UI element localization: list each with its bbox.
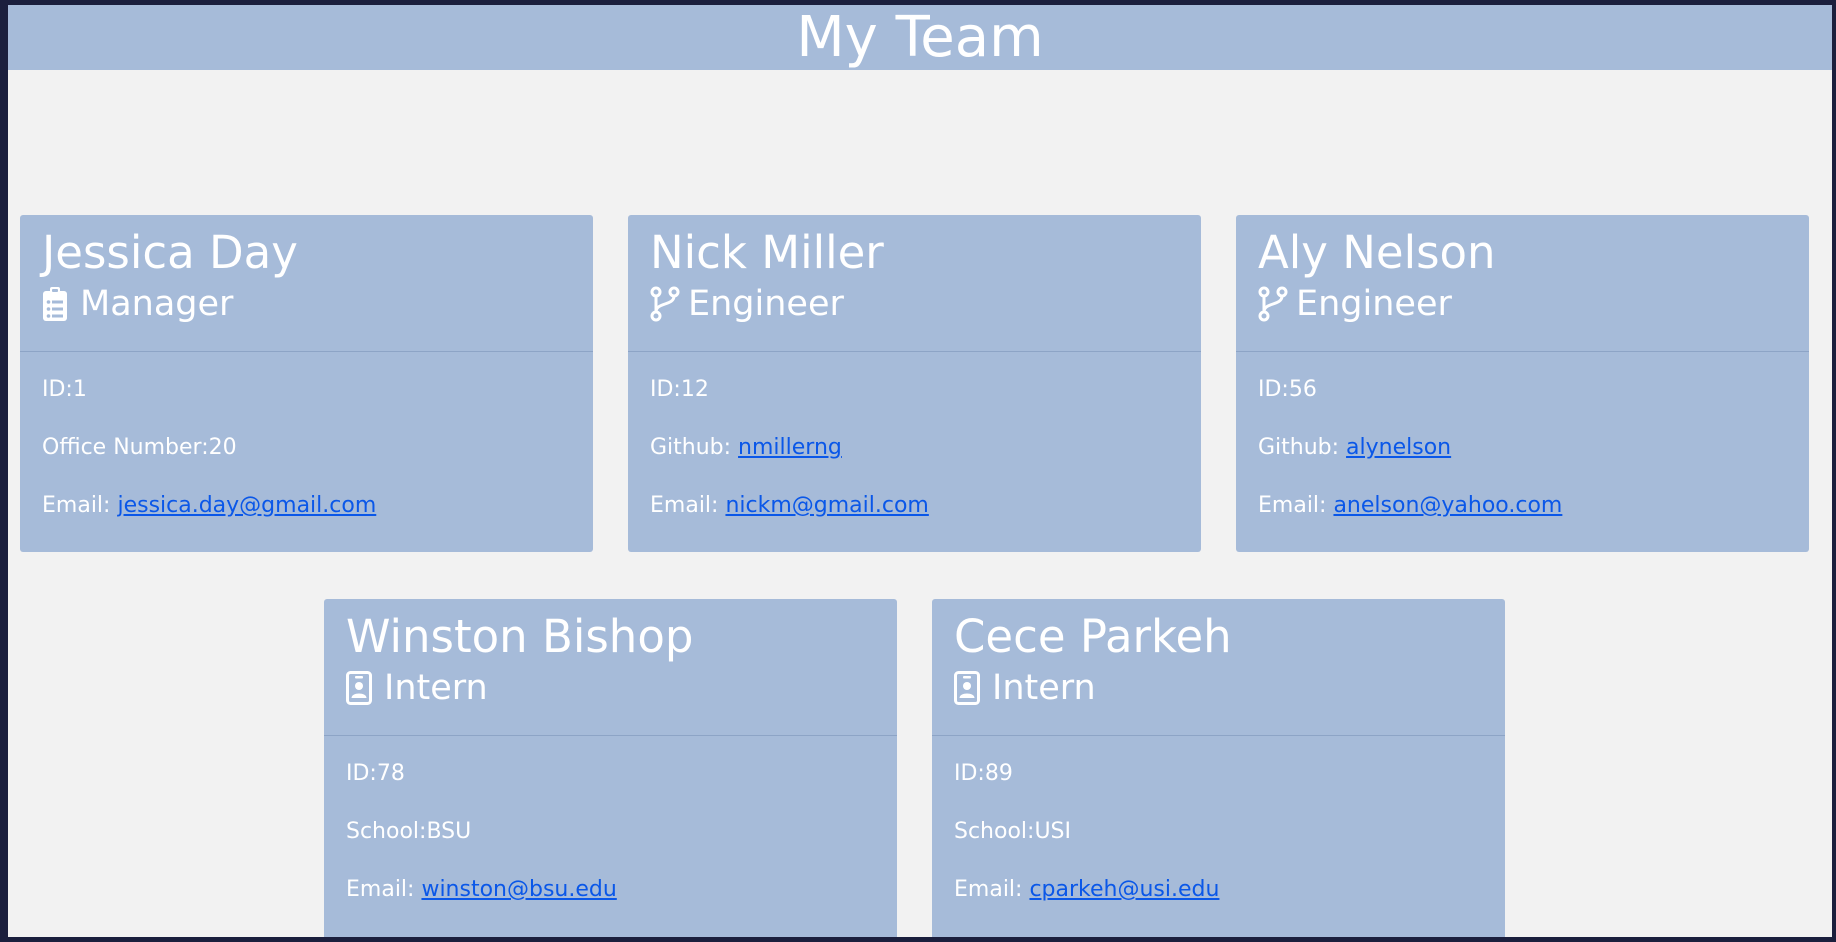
- id-label: ID:: [650, 377, 681, 402]
- card-header: Nick Miller Engineer: [628, 215, 1201, 352]
- employee-card-nick-miller: Nick Miller Engineer ID:12 Github: nmill…: [628, 215, 1201, 552]
- email-link[interactable]: jessica.day@gmail.com: [117, 493, 376, 518]
- github-line: Github: nmillerng: [650, 430, 1201, 488]
- code-branch-icon: [1258, 286, 1288, 322]
- employee-card-aly-nelson: Aly Nelson Engineer ID:56 Github: alynel…: [1236, 215, 1809, 552]
- id-label: ID:: [1258, 377, 1289, 402]
- id-value: 78: [376, 761, 405, 786]
- email-line: Email: anelson@yahoo.com: [1258, 488, 1809, 546]
- card-header: Cece Parkeh Intern: [932, 599, 1505, 736]
- id-value: 12: [680, 377, 709, 402]
- employee-role: Intern: [346, 665, 897, 711]
- email-line: Email: winston@bsu.edu: [346, 872, 897, 930]
- code-branch-icon: [650, 286, 680, 322]
- employee-name: Jessica Day: [42, 226, 298, 279]
- email-link[interactable]: nickm@gmail.com: [725, 493, 928, 518]
- card-body: ID:56 Github: alynelson Email: anelson@y…: [1236, 352, 1809, 546]
- email-line: Email: nickm@gmail.com: [650, 488, 1201, 546]
- employee-name: Cece Parkeh: [954, 610, 1232, 663]
- page-title: My Team: [796, 5, 1044, 70]
- employee-role: Engineer: [650, 281, 1201, 327]
- email-label: Email:: [954, 877, 1030, 902]
- employee-card-cece-parkeh: Cece Parkeh Intern ID:89 School:USI Emai…: [932, 599, 1505, 937]
- clipboard-list-icon: [42, 286, 72, 322]
- github-link[interactable]: nmillerng: [738, 435, 842, 460]
- role-label: Engineer: [1296, 284, 1452, 324]
- github-line: Github: alynelson: [1258, 430, 1809, 488]
- github-link[interactable]: alynelson: [1346, 435, 1451, 460]
- email-link[interactable]: anelson@yahoo.com: [1333, 493, 1562, 518]
- employee-name: Winston Bishop: [346, 610, 694, 663]
- school-value: BSU: [426, 819, 472, 844]
- email-label: Email:: [650, 493, 726, 518]
- employee-role: Manager: [42, 281, 593, 327]
- email-line: Email: cparkeh@usi.edu: [954, 872, 1505, 930]
- school-label: School:: [346, 819, 427, 844]
- page: My Team Jessica Day Manager ID:1 Office …: [8, 5, 1832, 937]
- id-label: ID:: [42, 377, 73, 402]
- email-link[interactable]: cparkeh@usi.edu: [1029, 877, 1219, 902]
- id-line: ID:56: [1258, 372, 1809, 430]
- card-header: Winston Bishop Intern: [324, 599, 897, 736]
- card-header: Aly Nelson Engineer: [1236, 215, 1809, 352]
- id-line: ID:12: [650, 372, 1201, 430]
- github-label: Github:: [1258, 435, 1347, 460]
- card-body: ID:89 School:USI Email: cparkeh@usi.edu: [932, 736, 1505, 930]
- school-line: School:BSU: [346, 814, 897, 872]
- school-label: School:: [954, 819, 1035, 844]
- id-line: ID:89: [954, 756, 1505, 814]
- employee-name: Aly Nelson: [1258, 226, 1496, 279]
- github-label: Github:: [650, 435, 739, 460]
- email-link[interactable]: winston@bsu.edu: [421, 877, 616, 902]
- id-value: 1: [72, 377, 87, 402]
- card-header: Jessica Day Manager: [20, 215, 593, 352]
- card-body: ID:12 Github: nmillerng Email: nickm@gma…: [628, 352, 1201, 546]
- id-label: ID:: [346, 761, 377, 786]
- role-label: Engineer: [688, 284, 844, 324]
- email-label: Email:: [1258, 493, 1334, 518]
- email-line: Email: jessica.day@gmail.com: [42, 488, 593, 546]
- card-body: ID:1 Office Number:20 Email: jessica.day…: [20, 352, 593, 546]
- id-value: 56: [1288, 377, 1317, 402]
- employee-card-winston-bishop: Winston Bishop Intern ID:78 School:BSU E…: [324, 599, 897, 937]
- school-value: USI: [1034, 819, 1072, 844]
- role-label: Intern: [992, 668, 1096, 708]
- id-badge-icon: [954, 670, 984, 706]
- employee-name: Nick Miller: [650, 226, 884, 279]
- role-label: Manager: [80, 284, 234, 324]
- card-body: ID:78 School:BSU Email: winston@bsu.edu: [324, 736, 897, 930]
- page-header: My Team: [8, 5, 1832, 70]
- employee-role: Engineer: [1258, 281, 1809, 327]
- employee-role: Intern: [954, 665, 1505, 711]
- id-label: ID:: [954, 761, 985, 786]
- email-label: Email:: [346, 877, 422, 902]
- id-line: ID:78: [346, 756, 897, 814]
- office-line: Office Number:20: [42, 430, 593, 488]
- id-line: ID:1: [42, 372, 593, 430]
- id-badge-icon: [346, 670, 376, 706]
- employee-card-jessica-day: Jessica Day Manager ID:1 Office Number:2…: [20, 215, 593, 552]
- office-label: Office Number:: [42, 435, 209, 460]
- role-label: Intern: [384, 668, 488, 708]
- school-line: School:USI: [954, 814, 1505, 872]
- office-value: 20: [208, 435, 237, 460]
- email-label: Email:: [42, 493, 118, 518]
- id-value: 89: [984, 761, 1013, 786]
